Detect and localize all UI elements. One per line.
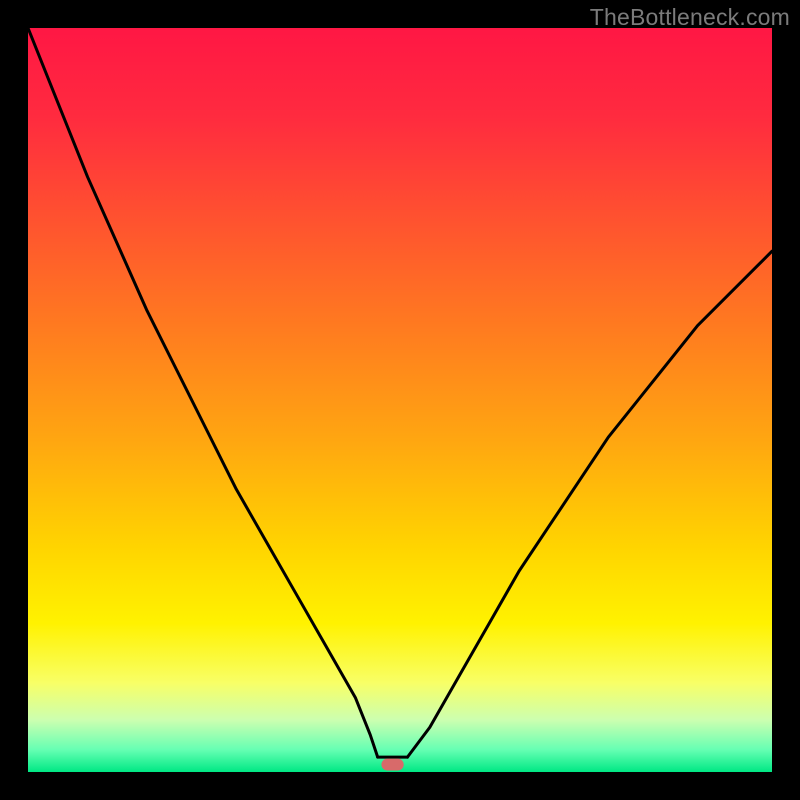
min-point-marker: [381, 759, 403, 771]
chart-frame: [28, 28, 772, 772]
bottleneck-chart: [28, 28, 772, 772]
gradient-background: [28, 28, 772, 772]
watermark-text: TheBottleneck.com: [590, 4, 790, 31]
